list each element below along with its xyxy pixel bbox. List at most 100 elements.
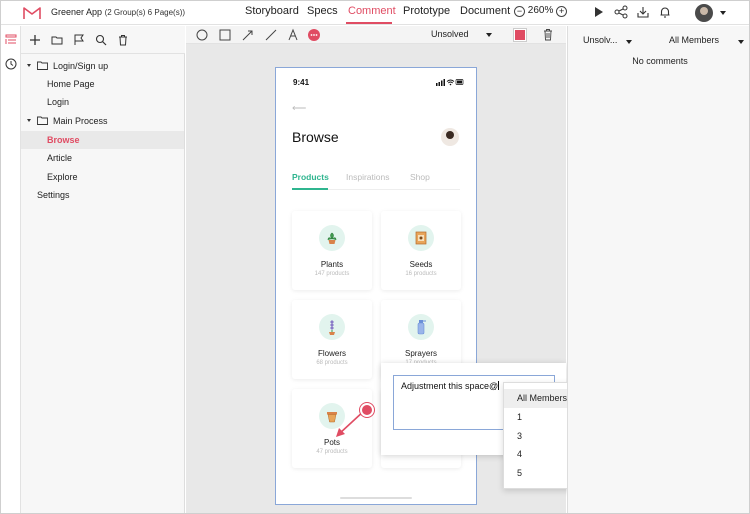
status-filter-value: Unsolv... [583, 35, 618, 45]
chevron-down-icon[interactable] [626, 40, 632, 44]
tab-shop[interactable]: Shop [410, 172, 430, 182]
back-arrow-icon[interactable]: ⟵ [292, 103, 306, 114]
comment-input-value: Adjustment this space@ [401, 381, 499, 391]
tree-group-main-process[interactable]: Main Process [27, 112, 108, 130]
category-count: 16 products [405, 271, 437, 277]
category-card-plants[interactable]: Plants 147 products [292, 211, 372, 290]
app-name: Greener App [51, 7, 103, 17]
tree-item-label: Article [47, 153, 73, 163]
folder-icon [36, 116, 48, 125]
bell-icon[interactable] [658, 5, 672, 19]
flower-icon [319, 314, 345, 340]
color-swatch[interactable] [513, 28, 527, 42]
app-page-count: (2 Group(s) 6 Page(s)) [104, 8, 186, 17]
add-icon[interactable] [29, 34, 41, 46]
empty-comments-text: No comments [632, 56, 688, 66]
text-tool-icon[interactable] [286, 28, 300, 42]
tree-item-label: Settings [37, 190, 70, 200]
share-icon[interactable] [614, 5, 628, 19]
tab-prototype[interactable]: Prototype [403, 5, 450, 17]
category-name: Sprayers [404, 349, 437, 358]
expand-caret-icon[interactable] [27, 119, 31, 122]
category-count: 147 products [314, 271, 350, 277]
home-indicator [340, 497, 412, 499]
tab-products[interactable]: Products [292, 172, 329, 182]
layers-icon[interactable] [5, 34, 17, 46]
text-cursor [498, 381, 500, 390]
tree-page-settings[interactable]: Settings [37, 186, 70, 204]
comment-tool-icon[interactable] [307, 28, 321, 42]
tree-page-home[interactable]: Home Page [47, 75, 95, 93]
app-logo-icon[interactable] [23, 6, 41, 20]
category-name: Plants [320, 260, 344, 269]
active-tab-indicator [346, 22, 392, 24]
trash-icon[interactable] [542, 28, 554, 41]
category-name: Seeds [409, 260, 433, 269]
category-card-seeds[interactable]: Seeds 16 products [381, 211, 461, 290]
tree-page-explore[interactable]: Explore [47, 168, 78, 186]
flag-icon[interactable] [73, 34, 85, 46]
folder-icon[interactable] [51, 34, 63, 46]
tree-group-login-signup[interactable]: Login/Sign up [27, 57, 108, 75]
category-card-flowers[interactable]: Flowers 68 products [292, 300, 372, 379]
tab-inspirations[interactable]: Inspirations [346, 172, 389, 182]
tab-specs[interactable]: Specs [307, 5, 338, 17]
phone-time: 9:41 [293, 78, 310, 87]
zoom-control: − 260% + [514, 5, 568, 17]
tree-item-label: Home Page [47, 79, 95, 89]
potted-plant-icon [319, 225, 345, 251]
expand-caret-icon[interactable] [27, 64, 31, 67]
folder-icon [36, 61, 48, 70]
zoom-out-button[interactable]: − [514, 6, 525, 17]
search-icon[interactable] [95, 34, 107, 46]
trash-icon[interactable] [117, 34, 129, 46]
profile-avatar[interactable] [441, 128, 459, 146]
annotation-toolbar: Unsolved [186, 26, 566, 44]
category-count: 47 products [316, 449, 348, 455]
play-icon[interactable] [591, 5, 605, 19]
comments-panel: Unsolv... All Members No comments [567, 26, 749, 513]
tree-item-label: Browse [47, 135, 80, 145]
left-rail [1, 26, 21, 513]
ellipse-tool-icon[interactable] [195, 28, 209, 42]
app-title: Greener App (2 Group(s) 6 Page(s)) [51, 7, 185, 17]
arrow-tool-icon[interactable] [241, 28, 255, 42]
tree-page-browse[interactable]: Browse [21, 131, 184, 149]
zoom-level: 260% [527, 5, 554, 16]
user-menu-caret-icon[interactable] [720, 11, 726, 15]
seed-packet-icon [408, 225, 434, 251]
line-tool-icon[interactable] [264, 28, 278, 42]
tree-item-label: Main Process [53, 116, 108, 126]
tree-page-article[interactable]: Article [47, 149, 72, 167]
user-avatar[interactable] [695, 4, 713, 22]
layers-toolbar [21, 26, 185, 54]
chevron-down-icon[interactable] [486, 33, 492, 37]
tab-document[interactable]: Document [460, 5, 510, 17]
history-clock-icon[interactable] [5, 58, 17, 70]
category-count: 68 products [316, 360, 348, 366]
screen-title: Browse [292, 129, 339, 145]
sprayer-icon [408, 314, 434, 340]
active-tab-indicator [292, 188, 328, 190]
phone-status-icons [436, 79, 464, 86]
tree-item-label: Login [47, 97, 70, 107]
status-select[interactable]: Unsolved [431, 29, 469, 39]
category-name: Flowers [317, 349, 346, 358]
tree-page-login[interactable]: Login [47, 93, 69, 111]
status-select-value: Unsolved [431, 29, 469, 39]
download-icon[interactable] [636, 5, 650, 19]
layers-panel: Login/Sign up Home Page Login Main Proce… [21, 26, 185, 513]
zoom-in-button[interactable]: + [556, 6, 568, 17]
app-window: Greener App (2 Group(s) 6 Page(s)) Story… [0, 0, 750, 514]
top-bar: Greener App (2 Group(s) 6 Page(s)) Story… [1, 1, 749, 25]
member-filter-value: All Members [669, 35, 720, 45]
tree-item-label: Login/Sign up [53, 61, 109, 71]
rectangle-tool-icon[interactable] [218, 28, 232, 42]
tree-item-label: Explore [47, 172, 78, 182]
member-filter[interactable]: All Members [669, 35, 719, 45]
chevron-down-icon[interactable] [738, 40, 744, 44]
tab-comment[interactable]: Comment [348, 5, 396, 17]
tab-storyboard[interactable]: Storyboard [245, 5, 299, 17]
comment-pin[interactable] [360, 403, 374, 417]
status-filter[interactable]: Unsolv... [583, 35, 617, 45]
